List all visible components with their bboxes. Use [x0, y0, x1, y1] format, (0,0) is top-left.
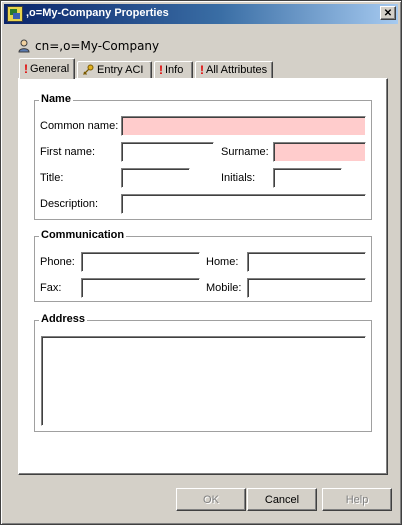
description-input[interactable] — [122, 195, 365, 213]
description-label: Description: — [40, 198, 99, 210]
tab-label: General — [30, 63, 70, 75]
common-name-label: Common name: — [40, 120, 119, 132]
first-name-field[interactable] — [121, 142, 214, 162]
exclamation-icon: ! — [24, 62, 28, 76]
first-name-input[interactable] — [122, 143, 213, 161]
communication-group: Communication Phone: Home: Fax: Mobile: — [34, 229, 372, 302]
phone-label: Phone: — [40, 256, 75, 268]
common-name-input[interactable] — [122, 117, 365, 135]
mobile-label: Mobile: — [206, 282, 242, 294]
name-group: Name Common name: First name: Surname: T… — [34, 93, 372, 220]
initials-label: Initials: — [221, 172, 256, 184]
window-title: ,o=My-Company Properties — [26, 7, 169, 19]
fax-input[interactable] — [82, 279, 199, 297]
tab-label: All Attributes — [206, 64, 268, 76]
close-button[interactable]: ✕ — [380, 6, 396, 20]
tab-label: Entry ACI — [97, 64, 144, 76]
general-tab-panel: Name Common name: First name: Surname: T… — [18, 78, 388, 475]
object-header: cn=,o=My-Company — [17, 38, 159, 54]
tab-general[interactable]: ! General — [19, 58, 75, 79]
title-input[interactable] — [122, 169, 189, 187]
address-textarea[interactable] — [42, 337, 365, 425]
exclamation-icon: ! — [200, 63, 204, 77]
title-field[interactable] — [121, 168, 190, 188]
tab-info[interactable]: ! Info — [154, 61, 193, 78]
phone-input[interactable] — [82, 253, 199, 271]
mobile-input[interactable] — [248, 279, 365, 297]
surname-field[interactable] — [273, 142, 366, 162]
fax-field[interactable] — [81, 278, 200, 298]
initials-input[interactable] — [274, 169, 341, 187]
tab-entry-aci[interactable]: Entry ACI — [77, 61, 152, 78]
address-field[interactable] — [41, 336, 366, 426]
surname-label: Surname: — [221, 146, 269, 158]
address-group: Address — [34, 313, 372, 432]
home-label: Home: — [206, 256, 239, 268]
directory-app-icon — [7, 6, 23, 22]
properties-dialog: ,o=My-Company Properties ✕ cn=,o=My-Comp… — [0, 0, 402, 525]
title-label: Title: — [40, 172, 64, 184]
phone-field[interactable] — [81, 252, 200, 272]
description-field[interactable] — [121, 194, 366, 214]
tab-all-attributes[interactable]: ! All Attributes — [195, 61, 273, 78]
common-name-field[interactable] — [121, 116, 366, 136]
surname-input[interactable] — [274, 143, 365, 161]
help-button[interactable]: Help — [322, 488, 392, 511]
key-icon — [82, 64, 94, 76]
mobile-field[interactable] — [247, 278, 366, 298]
object-name: cn=,o=My-Company — [35, 39, 160, 53]
home-input[interactable] — [248, 253, 365, 271]
close-icon: ✕ — [383, 7, 393, 19]
exclamation-icon: ! — [159, 63, 163, 77]
name-group-title: Name — [39, 93, 73, 105]
fax-label: Fax: — [40, 282, 62, 294]
cancel-button[interactable]: Cancel — [247, 488, 317, 511]
address-group-title: Address — [39, 313, 88, 325]
ok-button[interactable]: OK — [176, 488, 246, 511]
tab-label: Info — [165, 64, 184, 76]
home-field[interactable] — [247, 252, 366, 272]
user-icon — [18, 39, 30, 53]
title-bar[interactable]: ,o=My-Company Properties ✕ — [4, 4, 398, 24]
communication-group-title: Communication — [39, 229, 127, 241]
first-name-label: First name: — [40, 146, 96, 158]
initials-field[interactable] — [273, 168, 342, 188]
